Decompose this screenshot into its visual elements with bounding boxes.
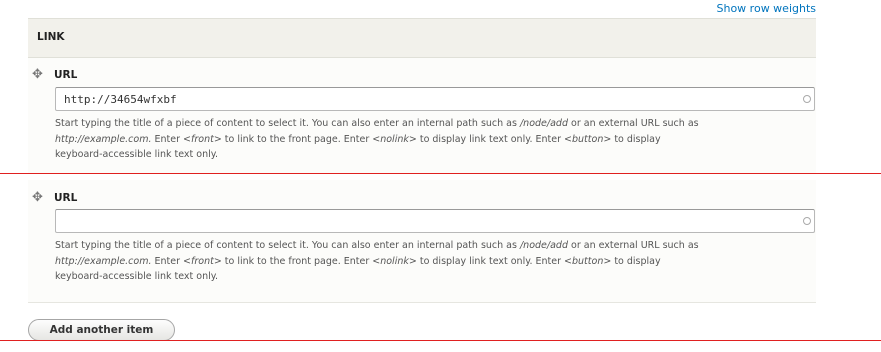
url-input[interactable] bbox=[55, 87, 815, 111]
drag-handle-icon[interactable]: ✥ bbox=[32, 68, 43, 81]
url-description: Start typing the title of a piece of con… bbox=[55, 240, 699, 282]
autocomplete-throbber-icon bbox=[803, 217, 811, 225]
url-label: URL bbox=[54, 192, 78, 204]
url-input[interactable] bbox=[55, 209, 815, 233]
field-table-header: LINK bbox=[28, 18, 816, 58]
url-label: URL bbox=[54, 69, 78, 81]
field-title: LINK bbox=[37, 31, 65, 43]
table-row: ✥ URL Start typing the title of a piece … bbox=[28, 180, 816, 303]
autocomplete-throbber-icon bbox=[803, 95, 811, 103]
drag-handle-icon[interactable]: ✥ bbox=[32, 191, 43, 204]
table-row: ✥ URL Start typing the title of a piece … bbox=[28, 58, 816, 174]
divider-line bbox=[0, 173, 881, 174]
url-description: Start typing the title of a piece of con… bbox=[55, 118, 699, 160]
divider-line bbox=[0, 340, 881, 341]
show-row-weights-link[interactable]: Show row weights bbox=[717, 2, 817, 15]
add-another-item-button[interactable]: Add another item bbox=[28, 319, 175, 341]
link-field-widget: Show row weights LINK ✥ URL Start typing… bbox=[0, 0, 816, 352]
